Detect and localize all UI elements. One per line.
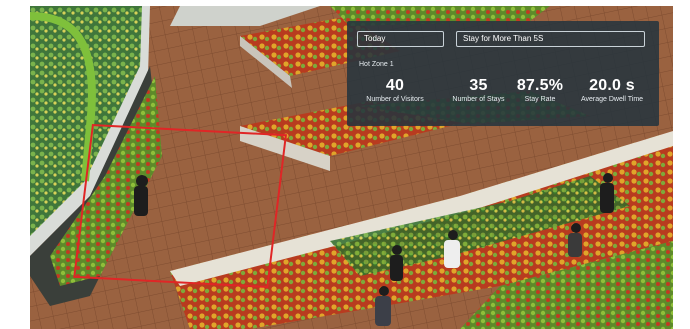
stat-dwell-time: 20.0 s Average Dwell Time — [568, 77, 656, 105]
stat-stays: 35 Number of Stays — [443, 77, 514, 105]
stat-value: 20.0 s — [589, 77, 635, 94]
stat-label: Number of Stays — [452, 96, 505, 103]
stat-label: Average Dwell Time — [580, 96, 644, 103]
stat-label: Stay Rate — [524, 96, 556, 103]
zone-name: Hot Zone 1 — [359, 61, 394, 68]
stat-visitors: 40 Number of Visitors — [357, 77, 433, 105]
stay-rule-select[interactable]: Stay for More Than 5S — [456, 31, 645, 47]
stat-stay-rate: 87.5% Stay Rate — [515, 77, 565, 105]
date-range-select[interactable]: Today — [357, 31, 444, 47]
zone-stats-panel: Today Stay for More Than 5S Hot Zone 1 4… — [347, 21, 659, 126]
stat-value: 87.5% — [516, 77, 564, 94]
stat-value: 40 — [385, 77, 405, 94]
hot-zone-outline[interactable] — [73, 124, 288, 289]
stat-label: Number of Visitors — [366, 96, 424, 103]
camera-feed: Today Stay for More Than 5S Hot Zone 1 4… — [30, 6, 673, 329]
stat-value: 35 — [469, 77, 488, 94]
